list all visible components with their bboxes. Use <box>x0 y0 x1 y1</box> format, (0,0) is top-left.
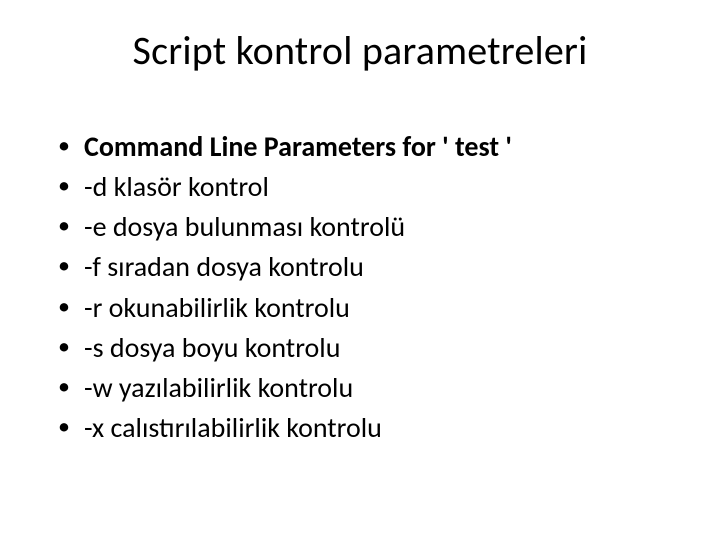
list-item-text: -r okunabilirlik kontrolu <box>84 290 350 325</box>
list-item-text: -s dosya boyu kontrolu <box>84 330 340 365</box>
list-item-text: -w yazılabilirlik kontrolu <box>84 370 353 405</box>
list-item: -x calıstırılabilirlik kontrolu <box>52 411 668 445</box>
list-item-text: -f sıradan dosya kontrolu <box>84 249 364 284</box>
slide-body: Command Line Parameters for ' test ' -d … <box>52 130 668 451</box>
list-item-text: Command Line Parameters for ' test ' <box>84 129 512 164</box>
list-item: -s dosya boyu kontrolu <box>52 331 668 365</box>
bullet-list: Command Line Parameters for ' test ' -d … <box>52 130 668 445</box>
list-item-text: -x calıstırılabilirlik kontrolu <box>84 410 382 445</box>
list-item: -w yazılabilirlik kontrolu <box>52 371 668 405</box>
list-item-text: -e dosya bulunması kontrolü <box>84 209 405 244</box>
slide-title: Script kontrol parametreleri <box>0 26 720 75</box>
list-item: Command Line Parameters for ' test ' <box>52 130 668 164</box>
list-item: -e dosya bulunması kontrolü <box>52 210 668 244</box>
list-item: -f sıradan dosya kontrolu <box>52 250 668 284</box>
list-item: -d klasör kontrol <box>52 170 668 204</box>
list-item-text: -d klasör kontrol <box>84 169 269 204</box>
list-item: -r okunabilirlik kontrolu <box>52 291 668 325</box>
slide: Script kontrol parametreleri Command Lin… <box>0 0 720 540</box>
